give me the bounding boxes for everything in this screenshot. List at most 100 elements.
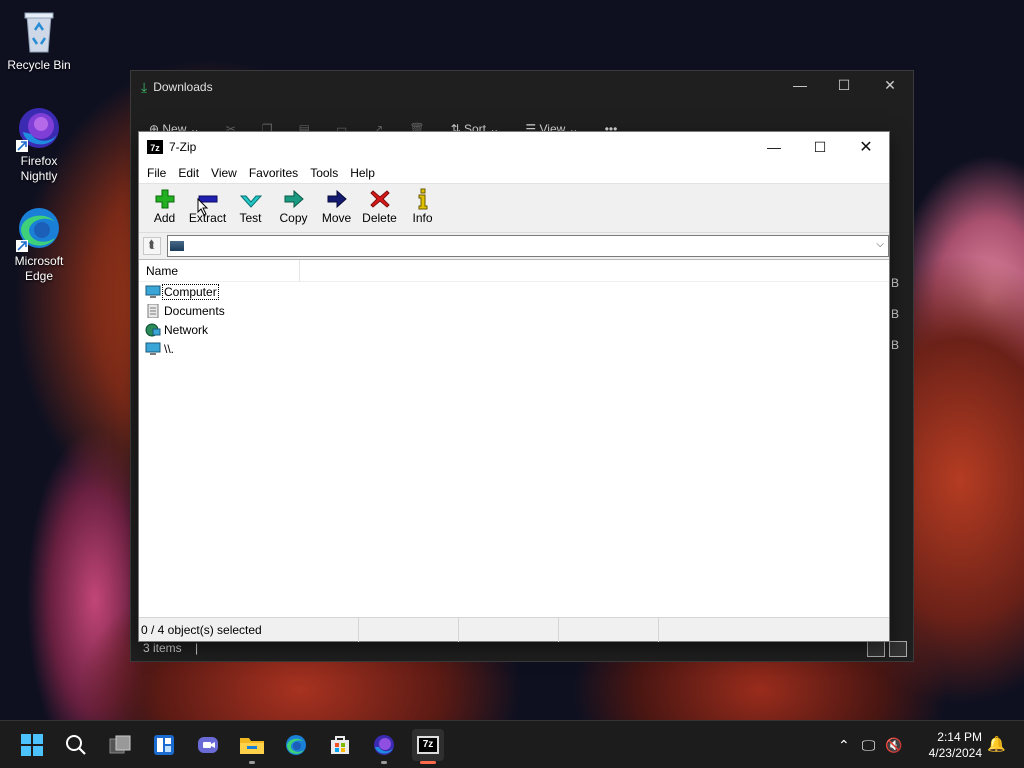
selection-status: 0 / 4 object(s) selected <box>139 617 359 642</box>
list-item[interactable]: Computer <box>139 282 889 301</box>
taskbar: 7z ⌃ 🖵 🔇 2:14 PM 4/23/2024 🔔 <box>0 720 1024 768</box>
test-label: Test <box>239 211 262 225</box>
copy-arrow-icon <box>282 188 306 210</box>
add-button[interactable]: Add <box>143 188 186 225</box>
file-explorer-button[interactable] <box>236 729 268 764</box>
download-icon: ⤓ <box>141 78 148 95</box>
chevron-up-icon[interactable]: ⌃ <box>838 737 850 754</box>
system-tray: ⌃ 🖵 🔇 <box>838 721 903 768</box>
edge-button[interactable] <box>280 729 312 761</box>
computer-icon <box>145 285 161 299</box>
menu-help[interactable]: Help <box>344 166 381 180</box>
size-fragment: B <box>890 307 899 321</box>
desktop-icon-label: Microsoft Edge <box>14 254 64 283</box>
size-fragment: B <box>890 276 899 290</box>
store-button[interactable] <box>324 729 356 761</box>
desktop-icon-firefox-nightly[interactable]: Firefox Nightly <box>1 104 77 184</box>
column-name[interactable]: Name <box>139 259 300 282</box>
status-cell-3 <box>459 617 559 642</box>
test-button[interactable]: Test <box>229 188 272 225</box>
computer-small-icon <box>170 240 184 251</box>
explorer-maximize-button[interactable]: ☐ <box>821 77 867 97</box>
info-icon <box>411 188 435 210</box>
chat-button[interactable] <box>192 729 224 761</box>
network-icon <box>145 323 161 337</box>
clock[interactable]: 2:14 PM 4/23/2024 <box>929 729 982 761</box>
menu-file[interactable]: File <box>141 166 172 180</box>
status-divider: | <box>195 641 199 655</box>
copy-button[interactable]: Copy <box>272 188 315 225</box>
plus-icon <box>153 188 177 210</box>
delete-x-icon <box>368 188 392 210</box>
toolbar: Add Extract Test Copy Move Delete Info <box>139 184 889 232</box>
status-cell-4 <box>559 617 659 642</box>
explorer-close-button[interactable]: ✕ <box>867 77 913 97</box>
tiles-view-icon[interactable] <box>889 641 907 657</box>
running-indicator <box>381 761 387 764</box>
list-item[interactable]: Documents <box>139 301 889 320</box>
address-bar: ⮬ ⌵ <box>139 232 889 258</box>
clock-date: 4/23/2024 <box>928 746 982 760</box>
move-button[interactable]: Move <box>315 188 358 225</box>
volume-muted-icon[interactable]: 🔇 <box>885 737 902 754</box>
sevenzip-icon: 7z <box>417 736 439 754</box>
edge-icon <box>286 735 306 755</box>
edge-icon <box>15 204 63 252</box>
network-status-icon[interactable]: 🖵 <box>862 737 876 754</box>
mouse-cursor-icon <box>197 198 209 216</box>
list-item-label: \\. <box>164 341 175 356</box>
recycle-bin-icon <box>15 8 63 56</box>
menu-view[interactable]: View <box>205 166 243 180</box>
move-label: Move <box>321 211 352 225</box>
move-arrow-icon <box>325 188 349 210</box>
sevenzip-taskbar-button[interactable]: 7z <box>412 729 444 764</box>
explorer-titlebar[interactable]: ⤓ Downloads — ☐ ✕ <box>131 71 913 103</box>
running-indicator <box>249 761 255 764</box>
notification-icon[interactable]: 🔔 <box>987 735 1006 753</box>
menu-edit[interactable]: Edit <box>172 166 205 180</box>
menu-tools[interactable]: Tools <box>304 166 344 180</box>
task-view-icon <box>109 735 131 754</box>
sevenzip-titlebar[interactable]: 7z 7-Zip — ☐ ✕ <box>139 132 889 162</box>
explorer-title: Downloads <box>153 80 213 94</box>
desktop-icon-recycle-bin[interactable]: Recycle Bin <box>1 8 77 73</box>
explorer-view-buttons <box>867 641 907 657</box>
desktop-icon-microsoft-edge[interactable]: Microsoft Edge <box>1 204 77 284</box>
file-list[interactable]: Name Computer Documents Network \\. <box>139 259 889 617</box>
task-view-button[interactable] <box>104 729 136 761</box>
drive-root-icon <box>145 342 161 356</box>
widgets-button[interactable] <box>148 729 180 761</box>
start-icon <box>21 734 43 756</box>
details-view-icon[interactable] <box>867 641 885 657</box>
store-icon <box>331 736 349 754</box>
info-label: Info <box>412 211 433 225</box>
list-item[interactable]: Network <box>139 320 889 339</box>
firefox-nightly-button[interactable] <box>368 729 400 764</box>
maximize-button[interactable]: ☐ <box>797 132 843 162</box>
menu-bar: File Edit View Favorites Tools Help <box>139 162 889 184</box>
sevenzip-window[interactable]: 7z 7-Zip — ☐ ✕ File Edit View Favorites … <box>138 131 890 642</box>
clock-time: 2:14 PM <box>937 730 982 744</box>
status-cell-2 <box>359 617 459 642</box>
list-item[interactable]: \\. <box>139 339 889 358</box>
active-indicator <box>420 761 436 764</box>
file-explorer-icon <box>240 738 264 754</box>
explorer-minimize-button[interactable]: — <box>777 77 823 97</box>
delete-button[interactable]: Delete <box>358 188 401 225</box>
start-button[interactable] <box>16 729 48 761</box>
up-folder-button[interactable]: ⮬ <box>143 236 161 255</box>
size-fragment: B <box>890 338 899 352</box>
address-field[interactable]: ⌵ <box>167 234 889 257</box>
chat-icon <box>198 737 218 753</box>
desktop-icon-label: Firefox Nightly <box>20 154 58 183</box>
close-button[interactable]: ✕ <box>843 132 889 162</box>
search-button[interactable] <box>60 729 92 761</box>
minimize-button[interactable]: — <box>751 132 797 162</box>
chevron-down-icon[interactable]: ⌵ <box>876 239 884 250</box>
widgets-icon <box>154 735 174 755</box>
explorer-status: 3 items | <box>143 641 198 655</box>
menu-favorites[interactable]: Favorites <box>243 166 304 180</box>
info-button[interactable]: Info <box>401 188 444 225</box>
item-count: 3 items <box>143 641 182 655</box>
firefox-nightly-icon <box>374 735 394 755</box>
